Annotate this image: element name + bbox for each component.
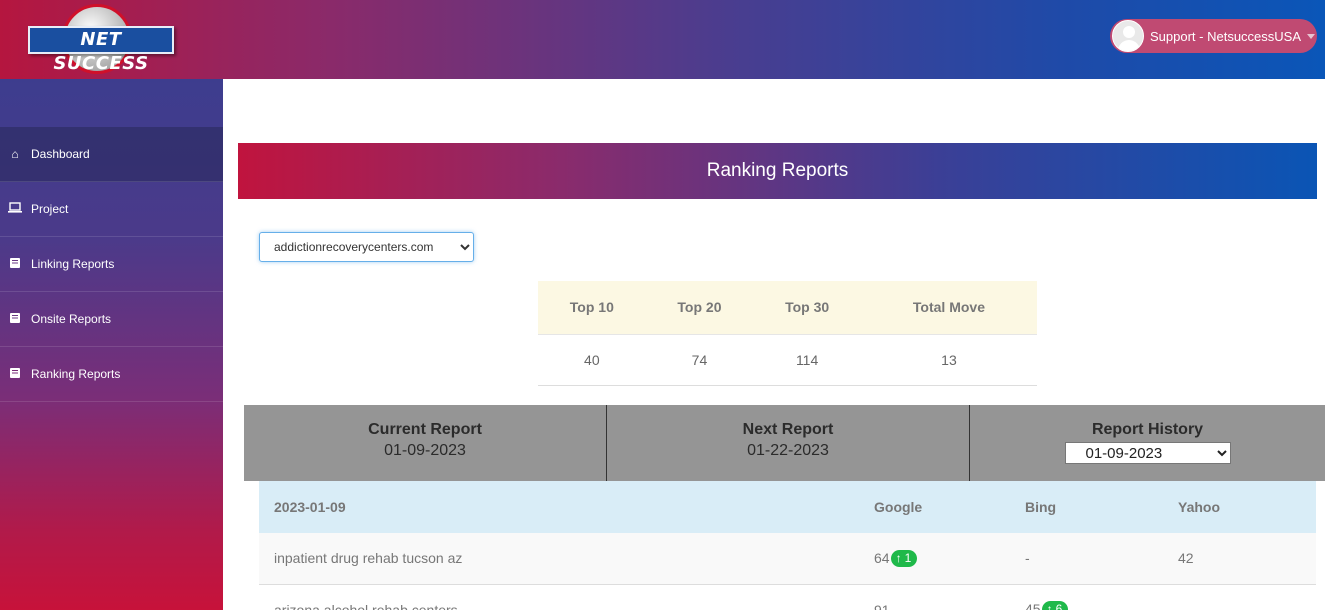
rankings-table: 2023-01-09 Google Bing Yahoo inpatient d… (259, 481, 1316, 610)
google-rank: 64 (874, 549, 890, 566)
bing-rank: 45 (1025, 601, 1041, 610)
sidebar-item-label: Onsite Reports (31, 312, 112, 326)
logo-text: NET SUCCESS (28, 26, 174, 74)
page-title: Ranking Reports (706, 160, 849, 181)
next-report-title: Next Report (742, 421, 834, 438)
report-history-title: Report History (1091, 421, 1204, 438)
yahoo-header: Yahoo (1178, 481, 1316, 533)
arrow-up-icon: ↑ (1046, 602, 1053, 610)
sidebar-item-label: Dashboard (31, 147, 90, 161)
rank-change-value: 1 (904, 550, 912, 565)
sidebar: ⌂ Dashboard Project Linking Reports Onsi… (0, 79, 223, 610)
avatar (1112, 20, 1144, 52)
summary-value: 40 (538, 334, 646, 386)
next-report: Next Report 01-22-2023 (606, 405, 969, 481)
net-success-logo[interactable]: NET SUCCESS (26, 4, 176, 76)
rankings-date-header: 2023-01-09 (259, 481, 874, 533)
current-report-title: Current Report (368, 421, 482, 438)
top-header: NET SUCCESS Support - NetsuccessUSA (0, 0, 1325, 79)
home-icon: ⌂ (11, 147, 19, 161)
book-icon (8, 257, 22, 272)
user-name: Support - NetsuccessUSA (1150, 28, 1302, 44)
sidebar-item-onsite-reports[interactable]: Onsite Reports (0, 292, 223, 347)
report-history-select[interactable]: 01-09-2023 (1064, 442, 1231, 464)
arrow-up-icon: ↑ (895, 550, 902, 565)
sidebar-item-label: Ranking Reports (31, 367, 121, 381)
report-history: Report History 01-09-2023 (969, 405, 1325, 481)
table-row: arizona alcohol rehab centers 91 45 ↑ 6 - (259, 584, 1316, 610)
bing-header: Bing (1025, 481, 1178, 533)
book-icon (8, 312, 22, 327)
summary-value: 13 (860, 334, 1037, 386)
summary-header: Top 30 (753, 281, 861, 335)
summary-value: 74 (645, 334, 754, 386)
sidebar-item-linking-reports[interactable]: Linking Reports (0, 237, 223, 292)
laptop-icon (8, 202, 22, 216)
bing-rank-cell: - (1025, 533, 1178, 585)
next-report-date: 01-22-2023 (747, 442, 829, 459)
rank-change-badge: ↑ 6 (1041, 601, 1069, 610)
summary-value: 114 (753, 334, 861, 386)
rank-change-badge: ↑ 1 (890, 549, 918, 567)
keyword-cell: arizona alcohol rehab centers (259, 584, 874, 610)
rank-change-value: 6 (1055, 602, 1063, 610)
report-info-bar: Current Report 01-09-2023 Next Report 01… (244, 405, 1325, 481)
sidebar-item-ranking-reports[interactable]: Ranking Reports (0, 347, 223, 402)
keyword-cell: inpatient drug rehab tucson az (259, 533, 874, 585)
current-report: Current Report 01-09-2023 (244, 405, 606, 481)
google-rank-cell: 91 (874, 584, 1025, 610)
google-rank-cell: 64 ↑ 1 (874, 533, 1025, 585)
summary-header: Top 10 (538, 281, 646, 335)
summary-table: Top 10 Top 20 Top 30 Total Move 40 74 11… (538, 281, 1037, 386)
current-report-date: 01-09-2023 (384, 442, 466, 459)
summary-header: Total Move (860, 281, 1037, 335)
yahoo-rank-cell: - (1178, 584, 1316, 610)
project-select[interactable]: addictionrecoverycenters.com (259, 232, 474, 262)
page-title-banner: Ranking Reports (238, 143, 1317, 199)
table-row: inpatient drug rehab tucson az 64 ↑ 1 - 42 (259, 533, 1316, 585)
bing-rank-cell: 45 ↑ 6 (1025, 584, 1178, 610)
summary-header: Top 20 (645, 281, 754, 335)
caret-down-icon (1307, 33, 1316, 39)
sidebar-item-project[interactable]: Project (0, 182, 223, 237)
google-header: Google (874, 481, 1025, 533)
user-menu[interactable]: Support - NetsuccessUSA (1110, 19, 1317, 53)
sidebar-item-dashboard[interactable]: ⌂ Dashboard (0, 127, 223, 182)
sidebar-item-label: Linking Reports (31, 257, 115, 271)
book-icon (8, 367, 22, 382)
yahoo-rank-cell: 42 (1178, 533, 1316, 585)
sidebar-item-label: Project (31, 202, 69, 216)
